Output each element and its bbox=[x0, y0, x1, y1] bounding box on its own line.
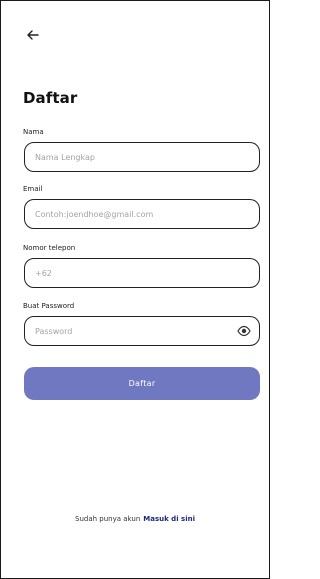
email-field-box bbox=[24, 199, 260, 229]
phone-label: Nomor telepon bbox=[23, 244, 76, 252]
login-link[interactable]: Masuk di sini bbox=[143, 515, 195, 523]
name-input[interactable] bbox=[35, 143, 225, 171]
phone-field-box bbox=[24, 258, 260, 288]
name-field-box bbox=[24, 142, 260, 172]
register-button[interactable]: Daftar bbox=[24, 367, 260, 400]
register-screen: Daftar Nama Email Nomor telepon Buat Pas… bbox=[0, 0, 270, 579]
phone-input[interactable] bbox=[35, 259, 225, 287]
password-input[interactable] bbox=[35, 317, 225, 345]
email-label: Email bbox=[23, 185, 43, 193]
login-prompt-text: Sudah punya akun bbox=[75, 515, 141, 523]
password-field-box bbox=[24, 316, 260, 346]
email-input[interactable] bbox=[35, 200, 225, 228]
login-prompt: Sudah punya akun Masuk di sini bbox=[1, 515, 269, 523]
name-label: Nama bbox=[23, 128, 44, 136]
eye-icon[interactable] bbox=[237, 325, 251, 337]
password-label: Buat Password bbox=[23, 302, 75, 310]
page-title: Daftar bbox=[23, 89, 78, 107]
arrow-left-icon[interactable] bbox=[23, 25, 43, 45]
